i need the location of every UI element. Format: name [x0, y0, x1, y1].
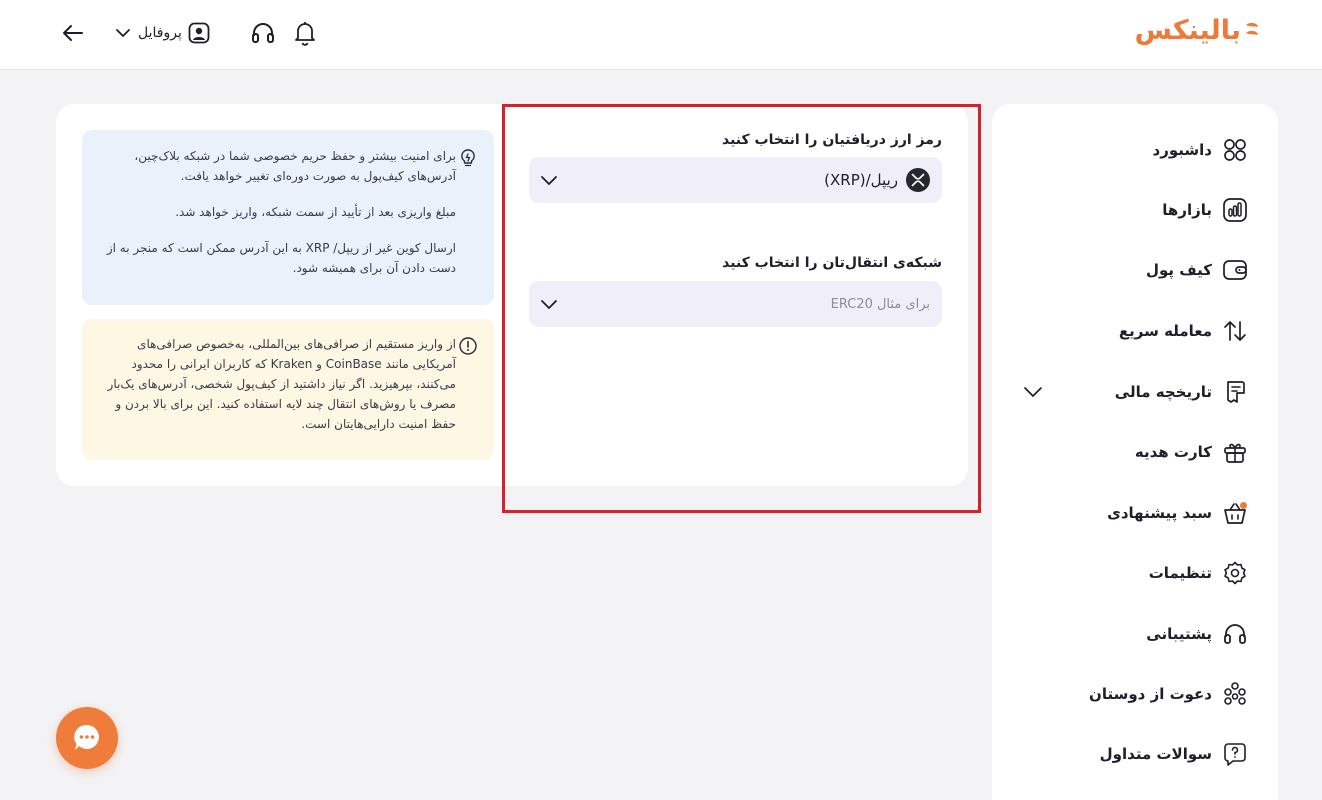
- sidebar: داشبورد بازارها کیف پول معامله سریع تاری…: [992, 104, 1278, 800]
- coin-select[interactable]: ریپل/(XRP): [529, 157, 942, 203]
- sidebar-item-label: تنظیمات: [1148, 564, 1212, 582]
- question-icon: [1224, 743, 1246, 766]
- chat-bubble-icon: [74, 724, 99, 750]
- lightbulb-icon: [461, 149, 475, 167]
- sidebar-item-dashboard[interactable]: داشبورد: [992, 127, 1278, 173]
- network-label: شبکه‌ی انتقال‌تان را انتخاب کنید: [722, 255, 942, 271]
- sidebar-item-faq[interactable]: سوالات متداول: [992, 731, 1278, 777]
- sidebar-item-label: تاریخچه مالی: [1114, 383, 1212, 401]
- chevron-down-icon: [116, 29, 130, 38]
- sidebar-item-label: کیف پول: [1146, 261, 1212, 279]
- warning-box: از واریز مستقیم از صرافی‌های بین‌المللی،…: [82, 319, 494, 460]
- bell-icon[interactable]: [292, 19, 318, 47]
- sidebar-item-label: بازارها: [1162, 201, 1212, 219]
- logo-mark-icon: [1246, 22, 1258, 35]
- receipt-icon: [1227, 381, 1245, 403]
- sidebar-item-label: پشتیبانی: [1146, 625, 1212, 643]
- back-arrow-icon[interactable]: [60, 20, 86, 46]
- info-paragraph: برای امنیت بیشتر و حفظ حریم خصوصی شما در…: [134, 149, 456, 183]
- chat-button[interactable]: [56, 707, 118, 769]
- info-paragraph: ارسال کوین غیر از ریپل/ XRP به این آدرس …: [106, 241, 456, 275]
- sidebar-item-suggested-basket[interactable]: سبد پیشنهادی: [992, 490, 1278, 536]
- sidebar-item-quick-trade[interactable]: معامله سریع: [992, 308, 1278, 354]
- headset-icon[interactable]: [250, 20, 276, 46]
- info-paragraph: مبلغ واریزی بعد از تأیید از سمت شبکه، وا…: [175, 205, 456, 219]
- sidebar-item-gift-card[interactable]: کارت هدیه: [992, 429, 1278, 475]
- xrp-coin-icon: [906, 168, 930, 192]
- sidebar-item-wallet[interactable]: کیف پول: [992, 247, 1278, 293]
- sidebar-item-label: معامله سریع: [1118, 322, 1212, 340]
- profile-label: پروفایل: [138, 25, 182, 41]
- sidebar-item-label: سبد پیشنهادی: [1107, 504, 1212, 522]
- chevron-down-icon: [541, 300, 557, 310]
- profile-menu[interactable]: پروفایل: [114, 18, 210, 48]
- info-box: برای امنیت بیشتر و حفظ حریم خصوصی شما در…: [82, 130, 494, 305]
- notification-dot: [1240, 502, 1247, 509]
- sidebar-item-settings[interactable]: تنظیمات: [992, 550, 1278, 596]
- brand-logo[interactable]: بالینکس: [1135, 10, 1260, 50]
- network-select[interactable]: برای مثال ERC20: [529, 281, 942, 327]
- chevron-down-icon: [541, 176, 557, 186]
- sidebar-item-label: کارت هدیه: [1134, 443, 1212, 461]
- coin-label: رمز ارز دریافتیان را انتخاب کنید: [722, 132, 942, 148]
- headset-icon: [1224, 624, 1246, 644]
- sidebar-item-label: دعوت از دوستان: [1089, 685, 1212, 703]
- logo-text: بالینکس: [1134, 14, 1241, 46]
- chart-icon: [1223, 198, 1247, 222]
- sidebar-item-label: داشبورد: [1152, 141, 1212, 159]
- warning-text: از واریز مستقیم از صرافی‌های بین‌المللی،…: [107, 337, 456, 431]
- gift-icon: [1224, 443, 1246, 463]
- user-icon: [188, 22, 210, 44]
- sidebar-item-support[interactable]: پشتیبانی: [992, 611, 1278, 657]
- gear-icon: [1224, 561, 1246, 585]
- dashboard-icon: [1224, 139, 1246, 161]
- sidebar-item-financial-history[interactable]: تاریخچه مالی: [992, 369, 1278, 415]
- sidebar-item-label: سوالات متداول: [1099, 745, 1212, 763]
- swap-icon: [1224, 321, 1246, 341]
- wallet-icon: [1223, 260, 1247, 280]
- chevron-down-icon[interactable]: [1022, 381, 1044, 403]
- warning-icon: [459, 337, 477, 355]
- sidebar-item-invite-friends[interactable]: دعوت از دوستان: [992, 671, 1278, 717]
- sidebar-item-markets[interactable]: بازارها: [992, 187, 1278, 233]
- network-placeholder: برای مثال ERC20: [830, 296, 930, 312]
- coin-value: ریپل/(XRP): [824, 171, 898, 189]
- top-header: بالینکس پروفایل: [0, 0, 1322, 70]
- friends-icon: [1224, 682, 1246, 705]
